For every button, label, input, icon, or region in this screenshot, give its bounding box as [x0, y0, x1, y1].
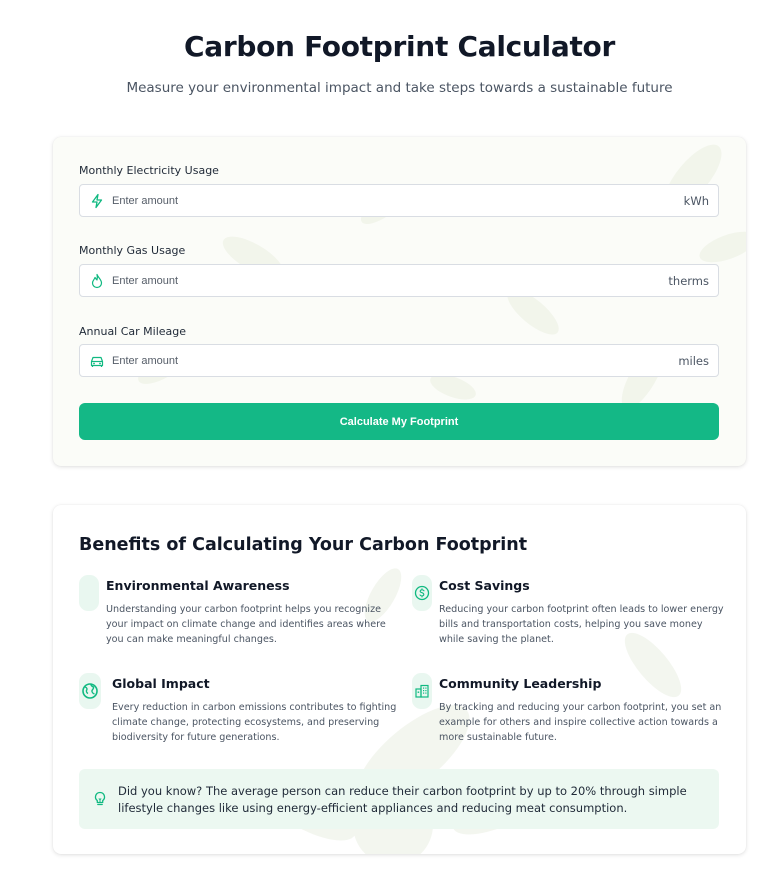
dollar-icon-wrap — [412, 575, 432, 611]
gas-unit: therms — [668, 274, 709, 288]
benefit-description: Every reduction in carbon emissions cont… — [112, 702, 397, 743]
calculator-card: Monthly Electricity Usage kWh Monthly Ga… — [53, 137, 746, 466]
benefit-title: Global Impact — [112, 676, 210, 691]
benefit-description: By tracking and reducing your carbon foo… — [439, 702, 722, 743]
globe-icon-wrap — [79, 673, 101, 709]
benefit-title: Community Leadership — [439, 676, 602, 691]
car-icon — [90, 356, 104, 367]
mileage-unit: miles — [678, 354, 709, 368]
electricity-input[interactable] — [112, 185, 632, 216]
flame-icon — [91, 273, 103, 289]
gas-input[interactable] — [112, 265, 632, 296]
gas-field: therms — [79, 264, 719, 297]
benefit-title: Environmental Awareness — [106, 578, 290, 593]
electricity-label: Monthly Electricity Usage — [79, 164, 219, 177]
lightning-icon — [91, 193, 103, 209]
calculate-button[interactable]: Calculate My Footprint — [79, 403, 719, 440]
gas-label: Monthly Gas Usage — [79, 244, 186, 257]
mileage-input[interactable] — [112, 345, 632, 376]
building-icon-wrap — [412, 673, 432, 709]
mileage-label: Annual Car Mileage — [79, 325, 187, 338]
electricity-field: kWh — [79, 184, 719, 217]
electricity-unit: kWh — [683, 194, 709, 208]
page-title: Carbon Footprint Calculator — [184, 30, 615, 63]
awareness-icon — [79, 575, 99, 611]
dollar-icon — [414, 585, 430, 601]
benefit-description: Reducing your carbon footprint often lea… — [439, 604, 724, 645]
mileage-field: miles — [79, 344, 719, 377]
lightbulb-icon — [94, 791, 106, 806]
globe-icon — [82, 683, 98, 699]
tip-text: Did you know? The average person can red… — [118, 784, 687, 815]
page-subtitle: Measure your environmental impact and ta… — [126, 80, 673, 96]
building-icon — [415, 684, 429, 698]
did-you-know-tip: Did you know? The average person can red… — [79, 769, 719, 829]
benefit-description: Understanding your carbon footprint help… — [106, 604, 386, 645]
benefit-title: Cost Savings — [439, 578, 530, 593]
benefits-card: Benefits of Calculating Your Carbon Foot… — [53, 505, 746, 854]
benefits-title: Benefits of Calculating Your Carbon Foot… — [79, 535, 528, 555]
